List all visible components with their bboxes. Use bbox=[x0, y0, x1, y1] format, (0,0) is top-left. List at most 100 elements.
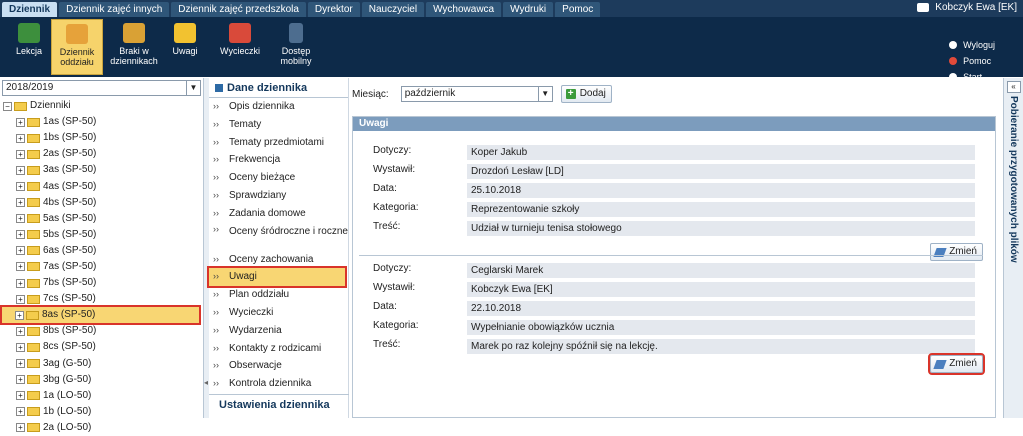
menu-item[interactable]: Plan oddziału bbox=[209, 286, 348, 304]
menu-item[interactable]: Oceny zachowania bbox=[209, 251, 348, 269]
tree-class-item[interactable]: +8as (SP-50) bbox=[0, 305, 201, 326]
tree-class-item[interactable]: +7bs (SP-50) bbox=[3, 275, 203, 291]
menu-item[interactable]: Wycieczki bbox=[209, 304, 348, 322]
expand-icon[interactable]: + bbox=[16, 407, 25, 417]
tree-class-item[interactable]: +3bg (G-50) bbox=[3, 372, 203, 388]
menu-item[interactable]: Frekwencja bbox=[209, 151, 348, 169]
tree-class-item[interactable]: +4bs (SP-50) bbox=[3, 195, 203, 211]
expand-icon[interactable]: + bbox=[16, 230, 25, 240]
expand-icon[interactable]: + bbox=[16, 294, 25, 304]
expand-icon[interactable]: + bbox=[16, 165, 25, 175]
menu-item[interactable]: Tematy bbox=[209, 116, 348, 134]
expand-icon[interactable]: + bbox=[16, 326, 25, 336]
tab-dziennik-zajec-innych[interactable]: Dziennik zajęć innych bbox=[59, 2, 170, 17]
tab-dziennik[interactable]: Dziennik bbox=[2, 2, 58, 17]
note-record: Dotyczy: Ceglarski Marek Wystawił: Kobczyk … bbox=[359, 257, 985, 375]
tree-class-label: 3as (SP-50) bbox=[43, 164, 97, 176]
tree-class-item[interactable]: +2a (LO-50) bbox=[3, 420, 203, 436]
expand-icon[interactable]: + bbox=[15, 310, 24, 320]
menu-item[interactable]: Opis dziennika bbox=[209, 98, 348, 116]
expand-icon[interactable]: + bbox=[16, 214, 25, 224]
files-sidebar[interactable]: « Pobieranie przygotowanych plików bbox=[1003, 78, 1023, 418]
note-field-label: Data: bbox=[373, 301, 397, 312]
tree-class-item[interactable]: +8cs (SP-50) bbox=[3, 339, 203, 355]
toolbar-dziennik-oddzialu-button[interactable]: Dziennik oddziału bbox=[51, 19, 103, 75]
tab-wychowawca[interactable]: Wychowawca bbox=[426, 2, 502, 17]
expand-icon[interactable]: + bbox=[16, 133, 25, 143]
tab-pomoc[interactable]: Pomoc bbox=[555, 2, 601, 17]
expand-icon[interactable]: « bbox=[1006, 81, 1021, 93]
expand-icon[interactable]: + bbox=[16, 342, 25, 352]
tree-class-item[interactable]: +5as (SP-50) bbox=[3, 211, 203, 227]
tab-nauczyciel[interactable]: Nauczyciel bbox=[361, 2, 425, 17]
menu-item[interactable]: Uwagi bbox=[207, 266, 347, 289]
tab-dziennik-zajec-przedszkola[interactable]: Dziennik zajęć przedszkola bbox=[171, 2, 306, 17]
tree-root[interactable]: − Dzienniki bbox=[3, 98, 203, 114]
tree-class-item[interactable]: +1as (SP-50) bbox=[3, 114, 203, 130]
expand-icon[interactable]: + bbox=[16, 359, 25, 369]
tree-class-item[interactable]: +1b (LO-50) bbox=[3, 404, 203, 420]
menu-item[interactable]: Oceny śródroczne i roczne bbox=[209, 223, 348, 251]
tree-class-item[interactable]: +1bs (SP-50) bbox=[3, 130, 203, 146]
toolbar-braki-button[interactable]: Braki w dziennikach bbox=[105, 19, 163, 75]
tree-class-item[interactable]: +7cs (SP-50) bbox=[3, 291, 203, 307]
tree-class-item[interactable]: +4as (SP-50) bbox=[3, 178, 203, 194]
tree-class-item[interactable]: +3as (SP-50) bbox=[3, 162, 203, 178]
menu-item[interactable]: Obserwacje bbox=[209, 357, 348, 375]
expand-icon[interactable]: + bbox=[16, 262, 25, 272]
menu-item[interactable]: Kontrola dziennika bbox=[209, 375, 348, 393]
school-year-select[interactable]: 2018/2019 ▼ bbox=[2, 80, 201, 96]
tree-class-item[interactable]: +6as (SP-50) bbox=[3, 243, 203, 259]
menu-settings-header[interactable]: Ustawienia dziennika bbox=[209, 394, 349, 414]
help-link[interactable]: Pomoc bbox=[949, 53, 995, 69]
tree-class-label: 2a (LO-50) bbox=[43, 421, 92, 433]
toolbar-lekcja-button[interactable]: Lekcja bbox=[2, 19, 56, 75]
note-field-value: Marek po raz kolejny spóźnił się na lekc… bbox=[467, 339, 975, 354]
expand-icon[interactable]: + bbox=[16, 182, 25, 192]
folder-icon bbox=[27, 198, 40, 208]
note-field-value: Reprezentowanie szkoły bbox=[467, 202, 975, 217]
add-button[interactable]: + Dodaj bbox=[560, 85, 612, 103]
message-icon[interactable] bbox=[917, 3, 930, 12]
expand-icon[interactable]: + bbox=[16, 391, 25, 401]
tree-class-item[interactable]: +8bs (SP-50) bbox=[3, 323, 203, 339]
tab-dyrektor[interactable]: Dyrektor bbox=[307, 2, 360, 17]
toolbar-wycieczki-button[interactable]: Wycieczki bbox=[213, 19, 267, 75]
note-field-row: Wystawił: Drozdoń Lesław [LD] bbox=[359, 164, 983, 179]
expand-icon[interactable]: + bbox=[16, 423, 25, 433]
tree-class-item[interactable]: +7as (SP-50) bbox=[3, 259, 203, 275]
tree-class-label: 5bs (SP-50) bbox=[43, 228, 97, 240]
expand-icon[interactable]: + bbox=[16, 278, 25, 288]
collapse-icon[interactable]: − bbox=[3, 101, 12, 111]
expand-icon[interactable]: + bbox=[16, 149, 25, 159]
toolbar-uwagi-button[interactable]: Uwagi bbox=[158, 19, 212, 75]
note-record: Dotyczy: Koper Jakub Wystawił: Drozdoń Lesł… bbox=[359, 139, 983, 261]
tree-class-item[interactable]: +3ag (G-50) bbox=[3, 356, 203, 372]
user-name: Kobczyk Ewa [EK] bbox=[935, 2, 1017, 13]
notes-panel-title: Uwagi bbox=[353, 117, 995, 131]
expand-icon[interactable]: + bbox=[16, 117, 25, 127]
expand-icon[interactable]: + bbox=[16, 198, 25, 208]
menu-item[interactable]: Tematy przedmiotami bbox=[209, 134, 348, 152]
menu-item[interactable]: Oceny bieżące bbox=[209, 169, 348, 187]
toolbar-dostep-mobilny-button[interactable]: Dostęp mobilny bbox=[269, 19, 323, 75]
edit-note-button[interactable]: Zmień bbox=[928, 353, 985, 375]
note-field-row: Kategoria: Reprezentowanie szkoły bbox=[359, 202, 983, 217]
tree-class-label: 7as (SP-50) bbox=[43, 260, 97, 272]
tree-class-item[interactable]: +2as (SP-50) bbox=[3, 146, 203, 162]
expand-icon[interactable]: + bbox=[16, 375, 25, 385]
tree-class-item[interactable]: +1a (LO-50) bbox=[3, 388, 203, 404]
logout-link[interactable]: Wyloguj bbox=[949, 37, 995, 53]
expand-icon[interactable]: + bbox=[16, 246, 25, 256]
month-select[interactable]: październik ▼ bbox=[400, 86, 553, 102]
note-field-row: Treść: Marek po raz kolejny spóźnił się n… bbox=[359, 339, 983, 354]
notes-panel: Uwagi Dotyczy: Koper Jakub Wystawił: Drozdo… bbox=[352, 116, 996, 418]
menu-item[interactable]: Sprawdziany bbox=[209, 187, 348, 205]
menu-item[interactable]: Zadania domowe bbox=[209, 205, 348, 223]
journal-tree: − Dzienniki +1as (SP-50) +1bs (SP-50) +2as… bbox=[0, 98, 203, 436]
tab-wydruki[interactable]: Wydruki bbox=[503, 2, 554, 17]
tree-class-label: 4as (SP-50) bbox=[43, 180, 97, 192]
tree-class-item[interactable]: +5bs (SP-50) bbox=[3, 227, 203, 243]
menu-item[interactable]: Kontakty z rodzicami bbox=[209, 340, 348, 358]
menu-item[interactable]: Wydarzenia bbox=[209, 322, 348, 340]
